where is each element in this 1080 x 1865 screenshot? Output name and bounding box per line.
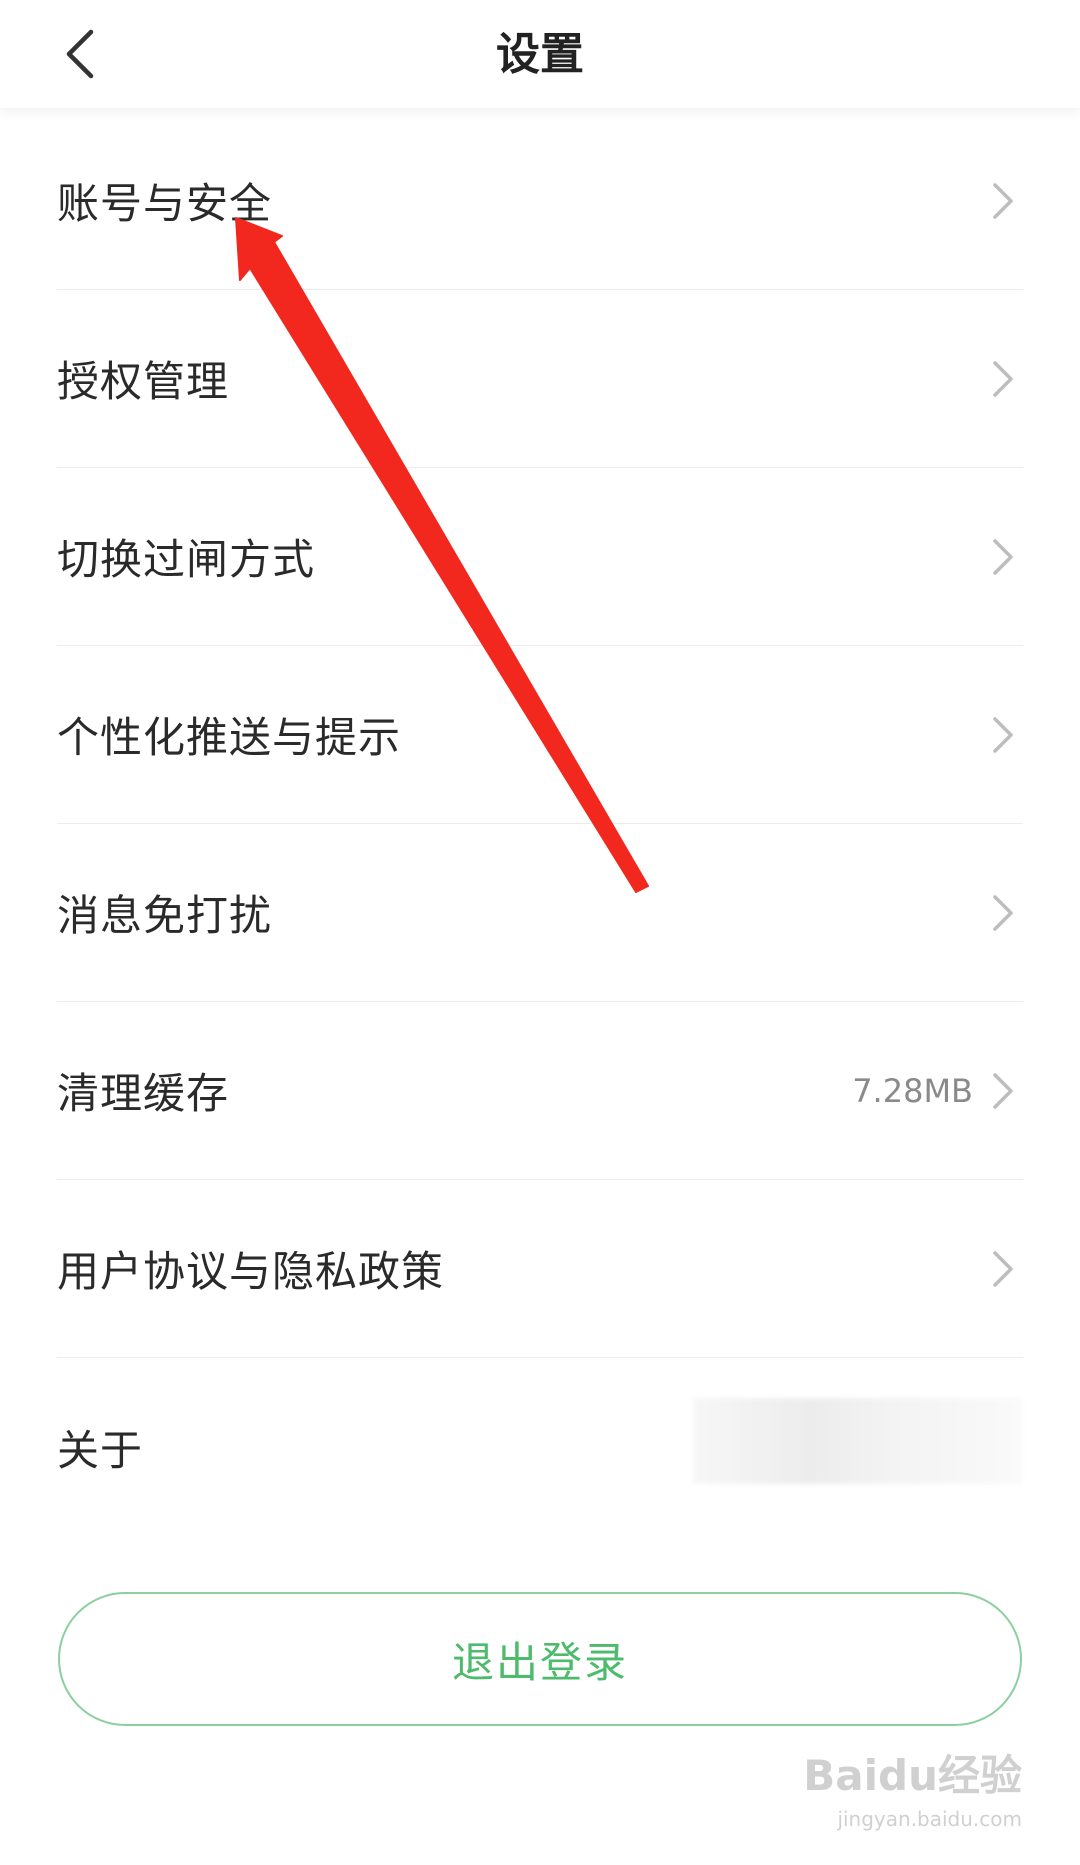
logout-button[interactable]: 退出登录 <box>58 1592 1022 1726</box>
settings-item-label: 授权管理 <box>57 357 230 406</box>
watermark-logo: Baidu经验 <box>803 1751 1022 1800</box>
row-right <box>989 824 1017 1001</box>
chevron-right-icon <box>993 538 1013 575</box>
settings-item-about[interactable]: 关于 <box>57 1358 1023 1536</box>
settings-item-label: 清理缓存 <box>57 1069 230 1118</box>
blurred-version-value <box>693 1398 1023 1484</box>
cache-size-value: 7.28MB <box>852 1071 973 1110</box>
row-right: 7.28MB <box>852 1002 1017 1179</box>
row-right <box>989 646 1017 823</box>
settings-item-label: 个性化推送与提示 <box>57 713 402 762</box>
settings-item-account-security[interactable]: 账号与安全 <box>57 112 1023 290</box>
row-right <box>989 1180 1017 1357</box>
settings-item-label: 消息免打扰 <box>57 891 273 940</box>
watermark-url: jingyan.baidu.com <box>837 1807 1022 1831</box>
settings-page: 设置 账号与安全 授权管理 切换过闸方式 个性化推送与提示 消息免打扰 清理缓存… <box>0 0 1080 1865</box>
settings-item-label: 切换过闸方式 <box>57 535 316 584</box>
watermark: Baidu经验 jingyan.baidu.com <box>803 1742 1022 1831</box>
chevron-right-icon <box>993 1250 1013 1287</box>
settings-item-authorization[interactable]: 授权管理 <box>57 290 1023 468</box>
settings-list: 账号与安全 授权管理 切换过闸方式 个性化推送与提示 消息免打扰 清理缓存 7.… <box>57 112 1023 1536</box>
settings-item-do-not-disturb[interactable]: 消息免打扰 <box>57 824 1023 1002</box>
chevron-right-icon <box>993 716 1013 753</box>
settings-item-label: 账号与安全 <box>57 179 273 228</box>
top-bar: 设置 <box>0 0 1080 108</box>
settings-item-label: 用户协议与隐私政策 <box>57 1247 445 1296</box>
chevron-right-icon <box>993 1072 1013 1109</box>
settings-item-label: 关于 <box>57 1425 144 1475</box>
settings-item-user-agreement[interactable]: 用户协议与隐私政策 <box>57 1180 1023 1358</box>
row-right <box>989 290 1017 467</box>
row-right <box>989 468 1017 645</box>
page-title: 设置 <box>496 29 584 80</box>
chevron-right-icon <box>993 894 1013 931</box>
chevron-right-icon <box>993 182 1013 219</box>
settings-item-personalized-push[interactable]: 个性化推送与提示 <box>57 646 1023 824</box>
chevron-right-icon <box>993 360 1013 397</box>
row-right <box>989 112 1017 289</box>
settings-item-gate-method[interactable]: 切换过闸方式 <box>57 468 1023 646</box>
settings-item-clear-cache[interactable]: 清理缓存 7.28MB <box>57 1002 1023 1180</box>
